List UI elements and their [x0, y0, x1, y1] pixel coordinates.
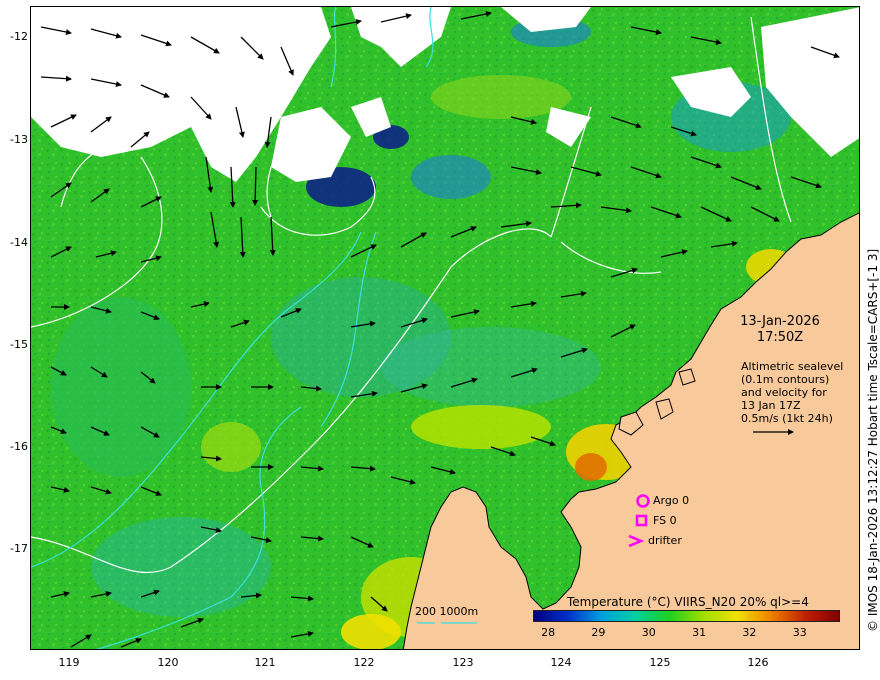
colorbar-tick-label: 32: [742, 626, 757, 639]
legend-argo-label: Argo 0: [653, 494, 690, 507]
legend-drifter-label: drifter: [648, 534, 682, 547]
lat-label-13: -13: [10, 133, 28, 146]
altimetry-note-line: and velocity for: [741, 386, 827, 399]
lon-label-120: 120: [157, 656, 179, 669]
altimetry-note-line: Altimetric sealevel: [741, 360, 844, 373]
altimetry-note: Altimetric sealevel (0.1m contours) and …: [741, 360, 843, 425]
lat-label-12: -12: [10, 30, 28, 43]
lat-label-17: -17: [10, 542, 28, 555]
lon-label-122: 122: [353, 656, 375, 669]
lat-label-14: -14: [10, 236, 28, 249]
side-caption: © IMOS 18-Jan-2026 13:12:27 Hobart time …: [866, 248, 880, 632]
colorbar-tick-label: 29: [591, 626, 606, 639]
colorbar-tick-label: 31: [692, 626, 707, 639]
altimetry-note-line: (0.1m contours): [741, 373, 830, 386]
lon-label-125: 125: [649, 656, 671, 669]
bathymetry-scale-label: 200 1000m: [415, 605, 479, 618]
timestamp-time: 17:50Z: [756, 330, 804, 345]
lon-label-121: 121: [254, 656, 276, 669]
colorbar-title: Temperature (°C) VIIRS_N20 20% ql>=4: [567, 595, 809, 609]
lon-label-119: 119: [58, 656, 80, 669]
colorbar-tick-label: 28: [541, 626, 556, 639]
altimetry-note-line: 13 Jan 17Z: [741, 399, 801, 412]
legend-fs-label: FS 0: [653, 514, 677, 527]
colorbar-tick-label: 33: [792, 626, 807, 639]
timestamp: 13-Jan-2026 17:50Z: [720, 314, 840, 346]
lon-label-124: 124: [550, 656, 572, 669]
colorbar: [533, 610, 840, 622]
lat-label-16: -16: [10, 440, 28, 453]
timestamp-date: 13-Jan-2026: [740, 314, 820, 329]
altimetry-note-line: 0.5m/s (1kt 24h): [741, 412, 833, 425]
lon-label-126: 126: [747, 656, 769, 669]
lat-label-15: -15: [10, 338, 28, 351]
lon-label-123: 123: [452, 656, 474, 669]
colorbar-tick-label: 30: [641, 626, 656, 639]
